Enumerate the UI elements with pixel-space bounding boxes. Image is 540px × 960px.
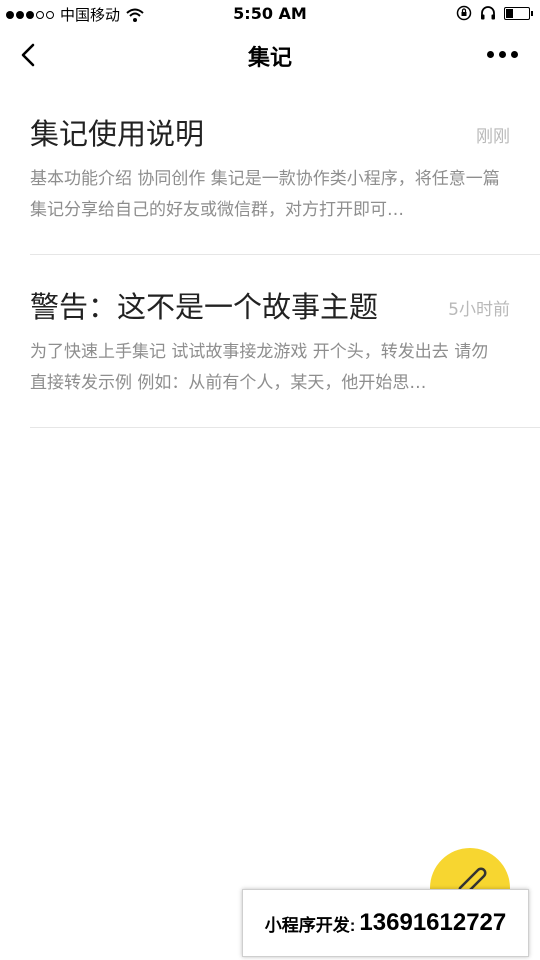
status-right [456, 5, 533, 21]
nav-bar: 集记 [0, 28, 540, 82]
battery-icon [504, 6, 533, 20]
note-list: 集记使用说明 刚刚 基本功能介绍 协同创作 集记是一款协作类小程序，将任意一篇集… [0, 82, 540, 428]
developer-label: 小程序开发: [264, 915, 356, 935]
note-title: 集记使用说明 [30, 117, 205, 151]
note-head: 警告：这不是一个故事主题 5小时前 [30, 289, 510, 325]
note-time: 刚刚 [476, 126, 510, 147]
note-item-warning[interactable]: 警告：这不是一个故事主题 5小时前 为了快速上手集记 试试故事接龙游戏 开个头，… [30, 255, 540, 428]
note-time: 5小时前 [448, 299, 510, 320]
note-head: 集记使用说明 刚刚 [30, 116, 510, 152]
developer-phone: 13691612727 [359, 909, 507, 936]
note-title: 警告：这不是一个故事主题 [30, 290, 379, 324]
rotation-lock-icon [456, 5, 472, 21]
note-item-usage-guide[interactable]: 集记使用说明 刚刚 基本功能介绍 协同创作 集记是一款协作类小程序，将任意一篇集… [30, 82, 540, 255]
note-snippet: 基本功能介绍 协同创作 集记是一款协作类小程序，将任意一篇集记分享给自己的好友或… [30, 169, 500, 220]
note-snippet: 为了快速上手集记 试试故事接龙游戏 开个头，转发出去 请勿直接转发示例 例如：从… [30, 342, 489, 393]
headphones-icon [481, 6, 495, 20]
status-bar: 中国移动 5:50 AM [0, 0, 540, 28]
battery-fill [506, 8, 513, 18]
page-title: 集记 [247, 46, 292, 71]
more-dots-icon[interactable] [487, 51, 518, 58]
developer-contact-banner: 小程序开发: 13691612727 [242, 889, 529, 957]
